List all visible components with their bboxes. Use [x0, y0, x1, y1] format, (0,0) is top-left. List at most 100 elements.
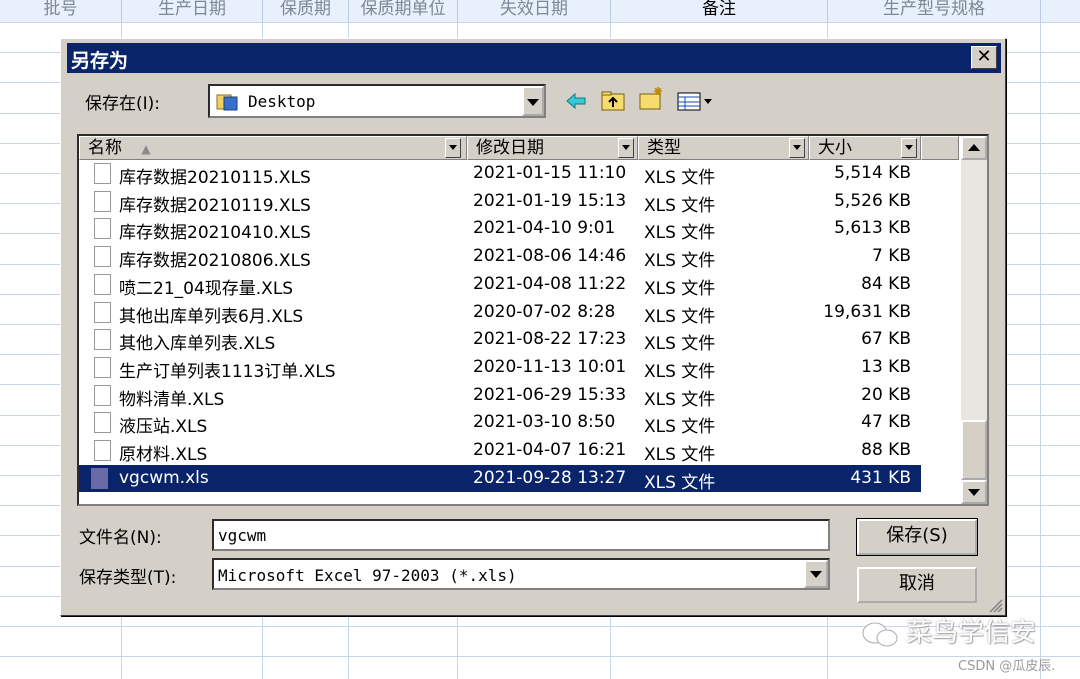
resize-grip-icon[interactable] [987, 597, 1003, 613]
column-header[interactable]: 失效日期 [458, 0, 611, 22]
file-date: 2021-04-08 11:22 [473, 273, 627, 294]
location-dropdown[interactable]: Desktop [208, 84, 546, 118]
wechat-icon [862, 622, 898, 647]
file-size: 5,514 KB [834, 163, 911, 183]
back-arrow-icon[interactable] [563, 87, 591, 115]
file-row[interactable]: 库存数据20210806.XLS 2021-08-06 14:46 XLS 文件 7 … [79, 243, 921, 271]
file-name: vgcwm.xls [119, 467, 209, 488]
column-header-empty [921, 136, 959, 160]
size-column-filter-button[interactable] [901, 138, 917, 158]
file-date: 2021-01-19 15:13 [473, 190, 627, 211]
view-menu-icon[interactable] [675, 87, 715, 115]
chevron-down-icon [449, 145, 457, 150]
scrollbar-thumb[interactable] [961, 420, 987, 480]
file-type: XLS 文件 [644, 306, 716, 327]
scroll-up-button[interactable] [961, 136, 987, 160]
filetype-label: 保存类型(T): [79, 568, 177, 588]
file-type: XLS 文件 [644, 361, 716, 382]
file-size: 7 KB [871, 246, 911, 267]
file-size: 88 KB [861, 440, 911, 460]
file-date: 2020-07-02 8:28 [473, 301, 616, 322]
file-list-header: 名称 ▲ 修改日期 类型 大小 [79, 136, 959, 160]
column-header-name-label: 名称 [88, 138, 122, 158]
name-column-filter-button[interactable] [445, 138, 461, 158]
file-icon [94, 384, 111, 406]
credit-text: CSDN @瓜皮辰. [958, 659, 1056, 674]
file-row[interactable]: 生产订单列表1113订单.XLS 2020-11-13 10:01 XLS 文件 13… [79, 354, 921, 382]
cancel-button[interactable]: 取消 [857, 567, 977, 603]
file-date: 2021-08-22 17:23 [473, 329, 627, 350]
file-row[interactable]: 液压站.XLS 2021-03-10 8:50 XLS 文件 47 KB [79, 409, 921, 437]
date-column-filter-button[interactable] [618, 138, 634, 158]
chevron-down-icon [905, 145, 913, 150]
scroll-down-button[interactable] [961, 480, 987, 504]
grid-line [0, 656, 1080, 657]
column-header[interactable]: 保质期单位 [349, 0, 458, 22]
file-name: 库存数据20210119.XLS [119, 195, 311, 216]
file-type: XLS 文件 [644, 472, 716, 493]
column-header[interactable]: 生产日期 [122, 0, 263, 22]
column-header[interactable]: 保质期 [263, 0, 349, 22]
file-name: 其他出库单列表6月.XLS [119, 306, 304, 327]
column-header-date[interactable]: 修改日期 [467, 136, 638, 160]
file-size: 19,631 KB [823, 301, 911, 322]
file-row[interactable]: vgcwm.xls 2021-09-28 13:27 XLS 文件 431 KB [79, 464, 921, 493]
column-header-type[interactable]: 类型 [638, 136, 809, 160]
file-icon [94, 356, 111, 378]
column-header[interactable]: 生产型号规格 [828, 0, 1041, 22]
file-row[interactable]: 原材料.XLS 2021-04-07 16:21 XLS 文件 88 KB [79, 437, 921, 465]
file-type: XLS 文件 [644, 389, 716, 410]
file-type: XLS 文件 [644, 195, 716, 216]
file-name: 喷二21_04现存量.XLS [119, 278, 294, 299]
file-date: 2021-01-15 11:10 [473, 163, 627, 183]
dialog-title: 另存为 [71, 50, 129, 72]
filename-input[interactable] [212, 519, 830, 551]
file-row[interactable]: 其他出库单列表6月.XLS 2020-07-02 8:28 XLS 文件 19,631… [79, 299, 921, 327]
type-column-filter-button[interactable] [789, 138, 805, 158]
file-date: 2020-11-13 10:01 [473, 356, 627, 377]
location-label: 保存在(I): [85, 94, 161, 114]
save-button[interactable]: 保存(S) [857, 519, 977, 555]
up-folder-icon[interactable] [599, 87, 627, 115]
file-row[interactable]: 喷二21_04现存量.XLS 2021-04-08 11:22 XLS 文件 84 K… [79, 271, 921, 299]
file-size: 67 KB [861, 329, 911, 350]
new-folder-icon[interactable] [637, 85, 665, 113]
file-icon [94, 190, 111, 212]
file-icon [94, 440, 111, 461]
dialog-titlebar[interactable]: 另存为 ✕ [67, 43, 1001, 73]
location-dropdown-button[interactable] [522, 86, 544, 116]
file-size: 20 KB [861, 384, 911, 405]
sort-ascending-icon: ▲ [141, 142, 151, 156]
location-value: Desktop [248, 92, 316, 111]
close-button[interactable]: ✕ [971, 46, 997, 69]
file-type: XLS 文件 [644, 334, 716, 355]
file-row[interactable]: 库存数据20210115.XLS 2021-01-15 11:10 XLS 文件 5,… [79, 160, 921, 188]
file-icon [94, 273, 111, 295]
file-size: 5,526 KB [834, 190, 911, 211]
vertical-scrollbar[interactable] [961, 136, 987, 504]
file-icon [94, 218, 111, 240]
file-row[interactable]: 其他入库单列表.XLS 2021-08-22 17:23 XLS 文件 67 KB [79, 326, 921, 354]
file-row[interactable]: 库存数据20210119.XLS 2021-01-19 15:13 XLS 文件 5,… [79, 188, 921, 216]
column-header-name[interactable]: 名称 ▲ [79, 136, 467, 160]
chevron-down-icon [622, 145, 630, 150]
grid-line [0, 22, 1080, 23]
file-date: 2021-04-07 16:21 [473, 440, 627, 460]
file-row[interactable]: 物料清单.XLS 2021-06-29 15:33 XLS 文件 20 KB [79, 382, 921, 410]
filetype-dropdown-button[interactable] [804, 560, 828, 588]
file-icon [94, 329, 111, 351]
chevron-down-icon [527, 99, 539, 106]
column-header[interactable]: 批号 [0, 0, 122, 22]
file-name: 其他入库单列表.XLS [119, 334, 276, 355]
file-size: 431 KB [850, 467, 911, 488]
column-header[interactable]: 备注 [611, 0, 828, 22]
file-icon [94, 301, 111, 323]
spreadsheet-header-row: 批号 生产日期 保质期 保质期单位 失效日期 备注 生产型号规格 [0, 0, 1080, 23]
file-list[interactable]: 名称 ▲ 修改日期 类型 大小 库存数据20210115.XLS 2021-01-… [77, 134, 989, 506]
filename-label: 文件名(N): [79, 528, 162, 548]
filetype-select[interactable]: Microsoft Excel 97-2003 (*.xls) [212, 558, 830, 590]
file-size: 13 KB [861, 356, 911, 377]
file-date: 2021-03-10 8:50 [473, 412, 616, 433]
file-row[interactable]: 库存数据20210410.XLS 2021-04-10 9:01 XLS 文件 5,6… [79, 215, 921, 243]
folder-icon [216, 94, 238, 111]
